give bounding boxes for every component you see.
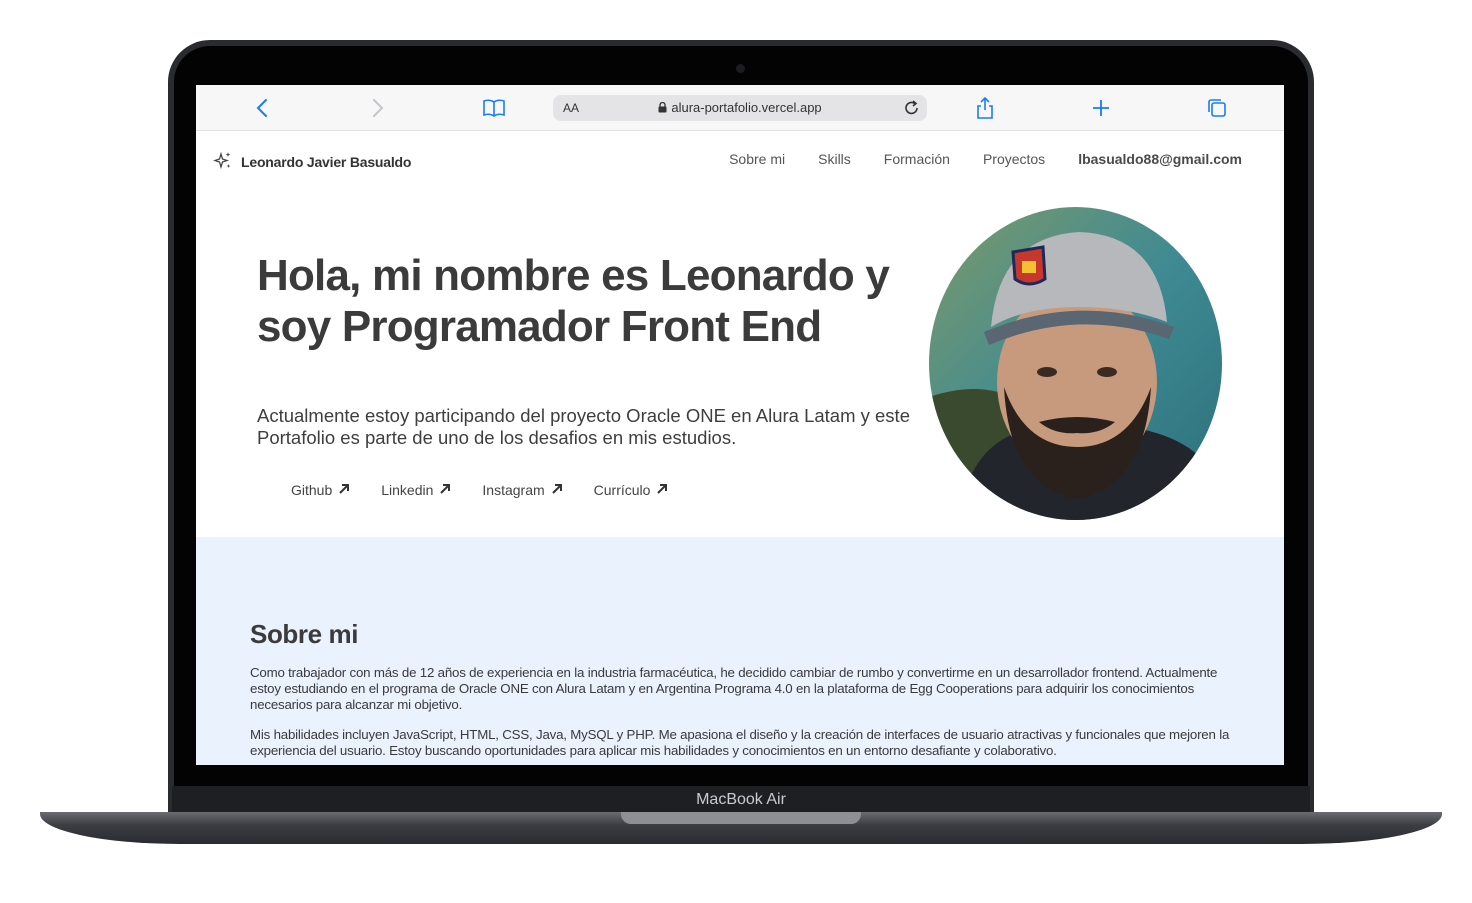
browser-screen: AA alura-portafolio.vercel.app Leonardo … xyxy=(196,85,1284,765)
site-brand[interactable]: Leonardo Javier Basualdo xyxy=(212,150,412,173)
share-icon[interactable] xyxy=(974,93,996,123)
address-bar[interactable]: AA alura-portafolio.vercel.app xyxy=(553,95,927,121)
url-text: alura-portafolio.vercel.app xyxy=(671,100,822,115)
linkedin-link[interactable]: Linkedin xyxy=(381,482,451,498)
linkedin-label: Linkedin xyxy=(381,482,434,498)
profile-photo xyxy=(929,207,1222,520)
curriculum-label: Currículo xyxy=(593,482,651,498)
instagram-label: Instagram xyxy=(482,482,545,498)
laptop-hinge: MacBook Air xyxy=(172,786,1310,814)
new-tab-icon[interactable] xyxy=(1090,93,1112,123)
nav-item-formacion[interactable]: Formación xyxy=(884,151,950,167)
nav-email-link[interactable]: lbasualdo88@gmail.com xyxy=(1078,151,1242,167)
instagram-link[interactable]: Instagram xyxy=(482,482,562,498)
brand-name: Leonardo Javier Basualdo xyxy=(241,153,412,170)
arrow-up-right-icon xyxy=(338,482,350,498)
address-url: alura-portafolio.vercel.app xyxy=(553,100,927,116)
hero-description: Actualmente estoy participando del proye… xyxy=(257,405,910,448)
back-icon[interactable] xyxy=(252,93,272,123)
about-paragraph-1: Como trabajador con más de 12 años de ex… xyxy=(250,665,1218,712)
nav-menu: Sobre mi Skills Formación Proyectos lbas… xyxy=(729,151,1242,167)
tabs-icon[interactable] xyxy=(1206,93,1228,123)
sparkle-icon xyxy=(212,150,233,173)
about-paragraph-2: Mis habilidades incluyen JavaScript, HTM… xyxy=(250,727,1230,758)
github-label: Github xyxy=(291,482,333,498)
device-label: MacBook Air xyxy=(696,791,786,808)
nav-item-proyectos[interactable]: Proyectos xyxy=(983,151,1045,167)
nav-item-sobre-mi[interactable]: Sobre mi xyxy=(729,151,785,167)
site-header: Leonardo Javier Basualdo Sobre mi Skills… xyxy=(196,131,1284,189)
about-title: Sobre mi xyxy=(250,619,359,649)
reload-icon[interactable] xyxy=(903,98,921,123)
arrow-up-right-icon xyxy=(551,482,563,498)
curriculum-link[interactable]: Currículo xyxy=(594,482,669,498)
nav-item-skills[interactable]: Skills xyxy=(818,151,851,167)
laptop-notch xyxy=(621,812,861,824)
laptop-mockup: AA alura-portafolio.vercel.app Leonardo … xyxy=(0,0,1472,903)
social-links: Github Linkedin Instagram Currículo xyxy=(291,482,668,498)
browser-toolbar: AA alura-portafolio.vercel.app xyxy=(196,85,1284,131)
camera xyxy=(736,64,745,73)
about-section: Sobre mi Como trabajador con más de 12 a… xyxy=(196,537,1284,765)
arrow-up-right-icon xyxy=(439,482,451,498)
forward-icon[interactable] xyxy=(368,93,388,123)
github-link[interactable]: Github xyxy=(291,482,350,498)
lock-icon xyxy=(658,101,667,116)
arrow-up-right-icon xyxy=(656,482,668,498)
bookmarks-icon[interactable] xyxy=(482,93,506,123)
hero-title: Hola, mi nombre es Leonardo y soy Progra… xyxy=(257,251,890,351)
